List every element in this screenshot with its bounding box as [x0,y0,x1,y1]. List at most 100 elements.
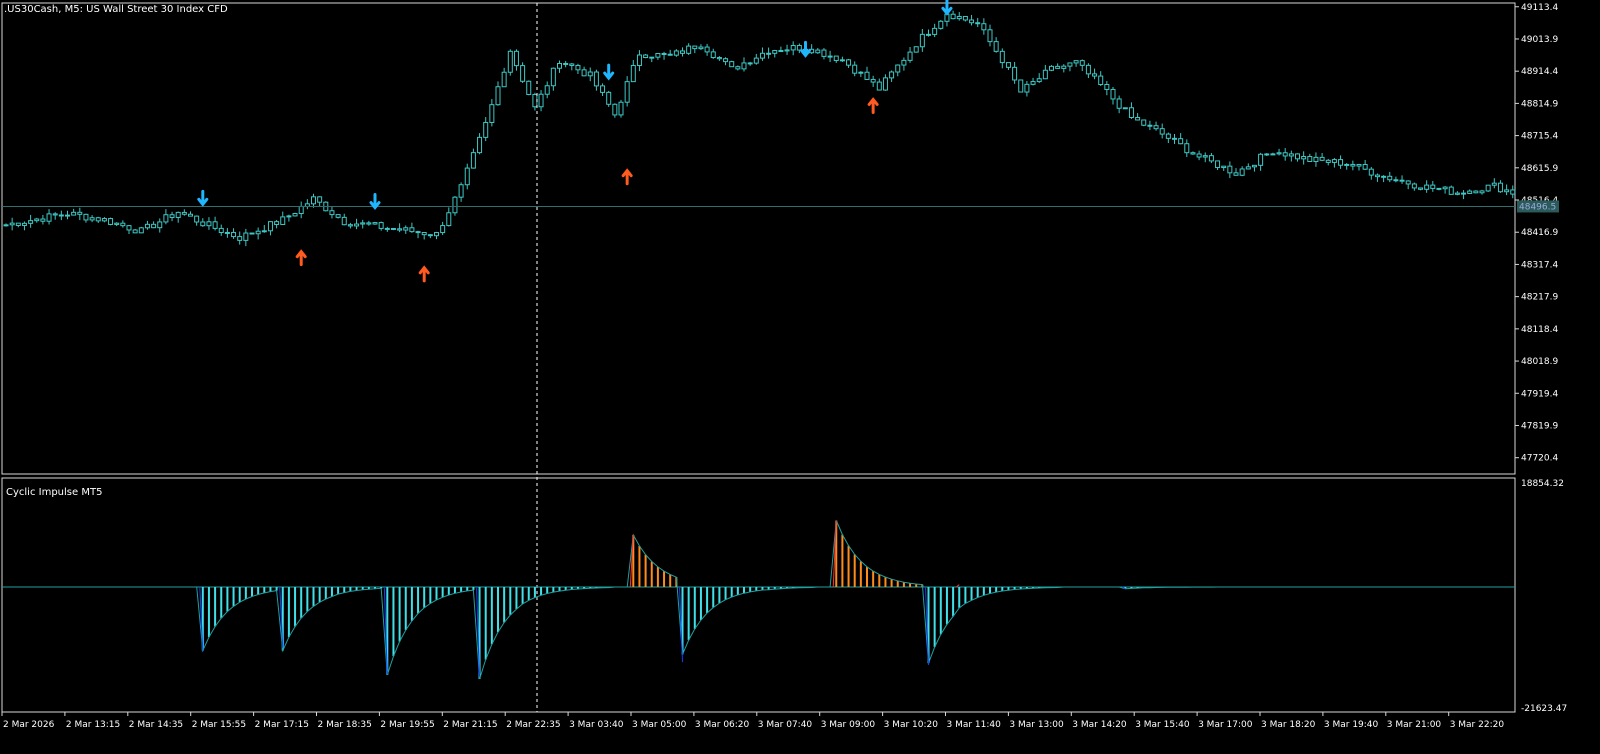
candle-body [950,13,956,20]
candle-body [778,50,784,53]
candle-body [1374,174,1380,178]
candle [913,46,919,53]
candle-body [587,71,593,77]
candle-body [440,225,446,234]
chart-window[interactable]: 49113.4 49013.9 48914.4 48814.9 48715.4 48615… [0,0,1600,750]
candle-body [692,45,698,50]
candle-body [1485,184,1491,192]
candle-body [77,211,83,215]
candle-body [1190,152,1196,155]
candle-body [1461,192,1467,195]
candle-body [1042,69,1048,80]
candle-body [1012,66,1018,81]
candle-body [89,217,95,221]
candle-body [895,64,901,73]
candle-body [606,91,612,105]
candle-body [1178,138,1184,145]
candle-body [852,64,858,74]
candle-body [1202,155,1208,158]
candle-body [1079,60,1085,66]
candle-body [993,41,999,52]
candle [1122,107,1128,110]
candle-body [101,218,107,222]
candle-body [846,59,852,66]
price-label: 48615.9 [1521,164,1558,174]
candle-body [1393,179,1399,182]
time-label: 2 Mar 2026 [3,720,55,730]
time-label: 3 Mar 05:00 [632,720,687,730]
candle-body [1073,60,1079,64]
time-label: 3 Mar 11:40 [947,720,1002,730]
candle [938,19,944,30]
candle [292,212,298,217]
candle-body [212,221,218,229]
time-label: 3 Mar 18:20 [1261,720,1316,730]
candle-body [1504,189,1510,193]
time-label: 3 Mar 22:20 [1450,720,1505,730]
price-label: 48018.9 [1521,357,1558,367]
candle-body [624,81,630,103]
candle-body [1147,124,1153,127]
candle-body [1245,166,1251,170]
candle-body [526,80,532,95]
candle-body [434,232,439,237]
candle-body [15,222,21,226]
candle [1018,79,1024,93]
candle-body [962,15,968,21]
candle-body [1479,190,1485,194]
candle-body [1005,62,1011,68]
candle-body [206,221,212,227]
candle-body [673,50,679,56]
time-label: 3 Mar 09:00 [821,720,876,730]
candle-body [1387,175,1393,181]
price-label: 48416.9 [1521,228,1558,238]
candle-body [1116,98,1122,109]
candle-body [403,227,409,231]
candle-body [397,228,403,231]
candle-body [655,53,661,58]
candle-body [569,63,575,66]
candle-body [907,51,913,61]
candle-body [58,214,64,217]
current-price-label: 48496.5 [1519,202,1556,212]
candle-body [261,230,267,233]
candle-body [1350,163,1356,167]
candle-body [144,223,150,229]
price-label: 47819.9 [1521,421,1558,431]
candle-body [1128,107,1134,118]
indicator-max-label: 18854.32 [1521,479,1564,489]
candle-body [1399,179,1405,182]
candle-body [1055,65,1061,69]
candle-body [464,167,470,186]
candle-body [729,61,735,68]
chart-canvas[interactable]: 49113.4 49013.9 48914.4 48814.9 48715.4 48615… [0,0,1600,750]
price-label: 49013.9 [1521,35,1558,45]
candle-body [366,222,372,225]
candle-body [52,213,58,216]
candle-body [987,29,993,43]
candle-body [975,22,981,25]
indicator-min-label: -21623.47 [1521,704,1567,714]
candle [1485,184,1491,193]
candle-body [1208,155,1214,162]
candle-body [889,71,895,79]
time-label: 3 Mar 21:00 [1387,720,1442,730]
candle-body [200,221,206,227]
candle-body [1221,165,1227,169]
candle-body [913,46,919,53]
candle-body [680,50,685,54]
candle-body [766,52,772,55]
price-label: 48715.4 [1521,132,1558,142]
candle-body [1036,78,1042,83]
candle-body [274,221,280,225]
candle-body [747,62,753,65]
candle-body [1085,64,1091,75]
candle-body [458,184,464,198]
candle [1473,190,1479,194]
candle-body [741,62,747,70]
candle-body [267,221,273,232]
price-label: 47720.4 [1521,454,1558,464]
candle-body [384,227,390,230]
candle-body [95,217,101,222]
time-label: 3 Mar 06:20 [695,720,750,730]
